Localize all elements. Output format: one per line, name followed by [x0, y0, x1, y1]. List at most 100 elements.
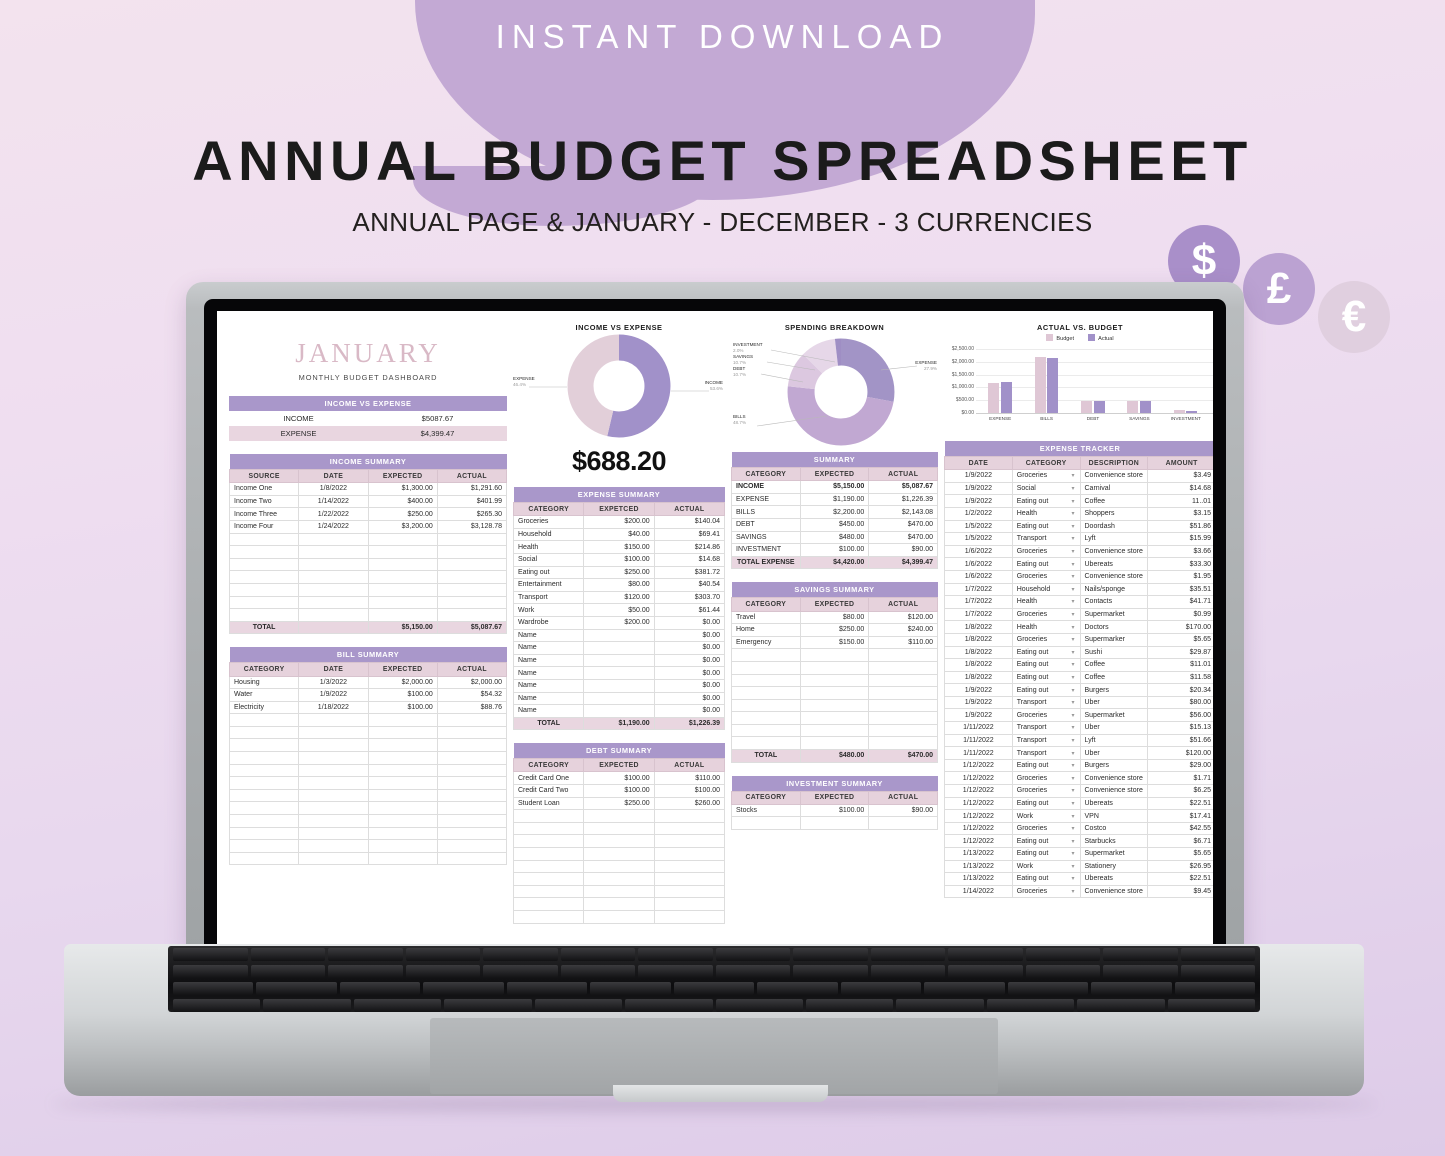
- table-row-empty[interactable]: [228, 776, 508, 790]
- table-row[interactable]: Household $40.00 $69.41: [512, 527, 726, 542]
- table-row[interactable]: BILLS $2,200.00 $2,143.08: [731, 505, 938, 519]
- table-row[interactable]: 1/11/2022 Transport ▾ Uber $15.13: [944, 721, 1213, 735]
- table-row-empty[interactable]: [228, 582, 508, 597]
- table-row-empty[interactable]: [731, 660, 938, 675]
- keyboard-key[interactable]: [1103, 948, 1178, 961]
- table-row[interactable]: Electricity 1/18/2022 $100.00 $88.76: [228, 700, 508, 715]
- chevron-down-icon[interactable]: ▾: [1071, 661, 1074, 668]
- table-row[interactable]: DEBT $450.00 $470.00: [731, 517, 938, 532]
- keyboard-key[interactable]: [638, 948, 713, 961]
- table-row-empty[interactable]: [228, 713, 508, 727]
- table-row[interactable]: 1/9/2022 Social ▾ Carnival $14.68: [944, 481, 1213, 496]
- chevron-down-icon[interactable]: ▾: [1071, 636, 1074, 643]
- keyboard-key[interactable]: [173, 965, 248, 978]
- table-row[interactable]: 1/12/2022 Eating out ▾ Ubereats $22.51: [944, 796, 1213, 811]
- keyboard-key[interactable]: [1167, 999, 1256, 1012]
- trackpad[interactable]: [430, 1018, 998, 1094]
- keyboard-key[interactable]: [483, 965, 558, 978]
- table-row-empty[interactable]: [731, 736, 938, 751]
- table-row-empty[interactable]: [731, 673, 938, 688]
- chevron-down-icon[interactable]: ▾: [1071, 813, 1074, 820]
- table-row[interactable]: Name $0.00: [512, 628, 726, 643]
- chevron-down-icon[interactable]: ▾: [1071, 800, 1074, 807]
- keyboard-key[interactable]: [896, 999, 984, 1012]
- table-row[interactable]: 1/6/2022 Groceries ▾ Convenience store $3.66: [944, 544, 1213, 559]
- table-row[interactable]: 1/13/2022 Work ▾ Stationery $26.95: [944, 859, 1213, 874]
- chevron-down-icon[interactable]: ▾: [1071, 674, 1074, 681]
- table-row[interactable]: 1/9/2022 Eating out ▾ Burgers $20.34: [944, 683, 1213, 697]
- keyboard-key[interactable]: [625, 999, 713, 1012]
- table-row[interactable]: Groceries $200.00 $140.04: [512, 515, 726, 529]
- keyboard-key[interactable]: [339, 982, 421, 995]
- table-row[interactable]: 1/12/2022 Work ▾ VPN $17.41: [944, 809, 1213, 823]
- keyboard-key[interactable]: [1077, 999, 1165, 1012]
- keyboard-key[interactable]: [173, 948, 248, 961]
- table-row[interactable]: Student Loan $250.00 $260.00: [512, 796, 726, 811]
- keyboard-key[interactable]: [793, 948, 868, 961]
- keyboard-key[interactable]: [256, 982, 337, 995]
- table-row[interactable]: Travel $80.00 $120.00: [731, 610, 938, 625]
- table-row[interactable]: 1/7/2022 Household ▾ Nails/sponge $35.51: [944, 582, 1213, 597]
- keyboard-key[interactable]: [353, 999, 442, 1012]
- chevron-down-icon[interactable]: ▾: [1071, 649, 1074, 656]
- table-row[interactable]: 1/9/2022 Transport ▾ Uber $80.00: [944, 695, 1213, 710]
- table-row-empty[interactable]: [731, 723, 938, 738]
- keyboard-key[interactable]: [263, 999, 351, 1012]
- chevron-down-icon[interactable]: ▾: [1071, 598, 1074, 605]
- keyboard-key[interactable]: [805, 999, 894, 1012]
- keyboard-key[interactable]: [948, 948, 1023, 961]
- keyboard-key[interactable]: [328, 965, 403, 978]
- chevron-down-icon[interactable]: ▾: [1071, 737, 1074, 744]
- keyboard-key[interactable]: [715, 965, 790, 978]
- table-row-empty[interactable]: [228, 725, 508, 740]
- chevron-down-icon[interactable]: ▾: [1071, 838, 1074, 845]
- table-row-empty[interactable]: [228, 738, 508, 753]
- table-row[interactable]: 1/9/2022 Groceries ▾ Convenience store $3.49: [944, 469, 1213, 483]
- keyboard-key[interactable]: [1103, 965, 1178, 978]
- table-row[interactable]: Transport $120.00 $303.70: [512, 590, 726, 605]
- table-row[interactable]: Housing 1/3/2022 $2,000.00 $2,000.00: [228, 675, 508, 690]
- table-row[interactable]: 1/11/2022 Transport ▾ Lyft $51.66: [944, 733, 1213, 748]
- table-row[interactable]: Wardrobe $200.00 $0.00: [512, 615, 726, 630]
- table-row[interactable]: Name $0.00: [512, 691, 726, 706]
- keyboard-key[interactable]: [986, 999, 1075, 1012]
- table-row[interactable]: 1/13/2022 Eating out ▾ Ubereats $22.51: [944, 872, 1213, 886]
- table-row-empty[interactable]: [228, 763, 508, 778]
- table-row[interactable]: 1/14/2022 Groceries ▾ Convenience store $9.4…: [944, 884, 1213, 899]
- keyboard-key[interactable]: [506, 982, 588, 995]
- table-row-empty[interactable]: [228, 608, 508, 622]
- table-row[interactable]: 1/5/2022 Eating out ▾ Doordash $51.86: [944, 519, 1213, 534]
- keyboard-key[interactable]: [405, 965, 480, 978]
- table-row[interactable]: 1/12/2022 Eating out ▾ Starbucks $6.71: [944, 834, 1213, 848]
- keyboard-key[interactable]: [405, 948, 480, 961]
- chevron-down-icon[interactable]: ▾: [1071, 724, 1074, 731]
- keyboard-key[interactable]: [840, 982, 922, 995]
- table-row-empty[interactable]: [228, 545, 508, 559]
- chevron-down-icon[interactable]: ▾: [1071, 888, 1074, 895]
- table-row[interactable]: 1/9/2022 Groceries ▾ Supermarket $56.00: [944, 708, 1213, 723]
- table-row[interactable]: 1/6/2022 Groceries ▾ Convenience store $1.95: [944, 569, 1213, 584]
- chevron-down-icon[interactable]: ▾: [1071, 750, 1074, 757]
- table-row-empty[interactable]: [228, 532, 508, 547]
- keyboard-key[interactable]: [1025, 948, 1100, 961]
- table-row[interactable]: Emergency $150.00 $110.00: [731, 635, 938, 650]
- table-row[interactable]: Entertainment $80.00 $40.54: [512, 578, 726, 592]
- table-row[interactable]: 1/5/2022 Transport ▾ Lyft $15.99: [944, 532, 1213, 546]
- table-row[interactable]: 1/13/2022 Eating out ▾ Supermarket $5.65: [944, 847, 1213, 861]
- table-row-empty[interactable]: [228, 801, 508, 816]
- table-row[interactable]: Name $0.00: [512, 704, 726, 718]
- keyboard-key[interactable]: [250, 965, 325, 978]
- table-row[interactable]: 1/8/2022 Eating out ▾ Sushi $29.87: [944, 645, 1213, 660]
- table-row-empty[interactable]: [228, 814, 508, 828]
- keyboard-key[interactable]: [948, 965, 1023, 978]
- table-row-empty[interactable]: [512, 897, 726, 911]
- chevron-down-icon[interactable]: ▾: [1071, 875, 1074, 882]
- table-row-empty[interactable]: [512, 821, 726, 836]
- table-row[interactable]: Income One 1/8/2022 $1,300.00 $1,291.60: [228, 482, 508, 496]
- table-row[interactable]: EXPENSE $1,190.00 $1,226.39: [731, 492, 938, 507]
- keyboard-key[interactable]: [793, 965, 868, 978]
- keyboard-key[interactable]: [870, 965, 945, 978]
- table-row[interactable]: 1/12/2022 Groceries ▾ Costco $42.55: [944, 821, 1213, 836]
- table-row-empty[interactable]: [512, 859, 726, 874]
- table-row[interactable]: Name $0.00: [512, 678, 726, 693]
